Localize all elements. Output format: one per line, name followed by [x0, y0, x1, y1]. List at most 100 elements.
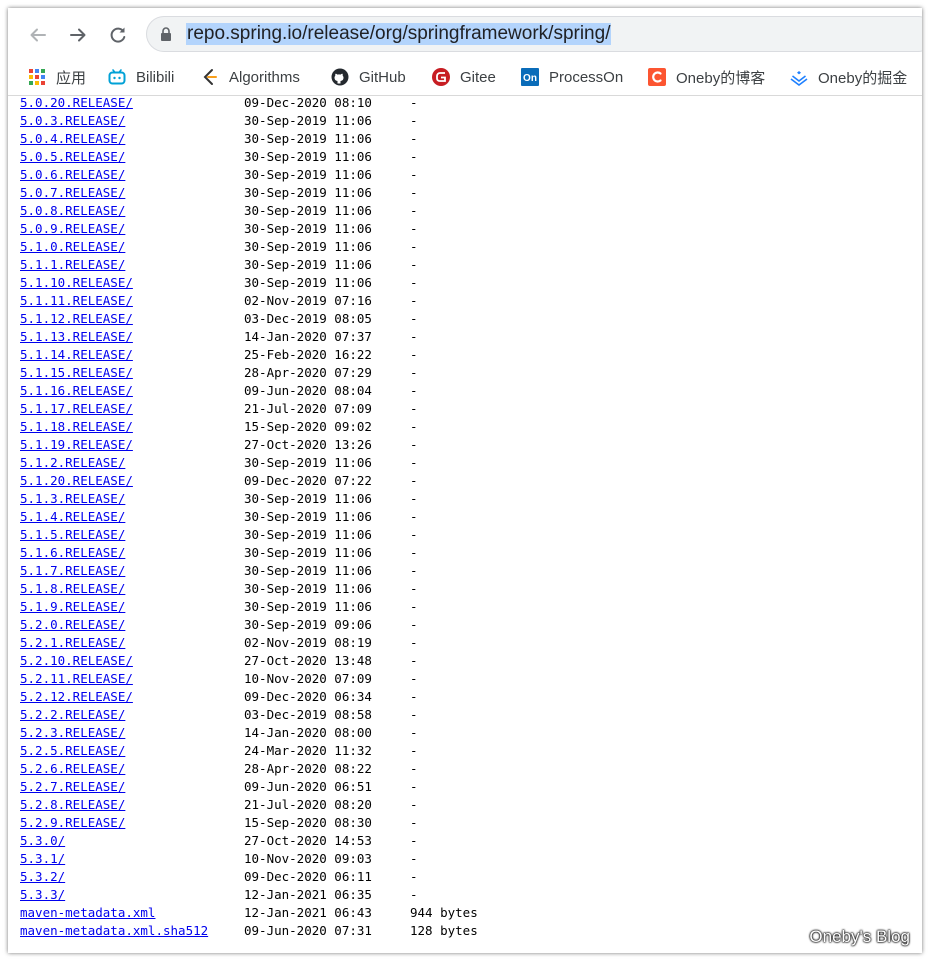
listing-date: 09-Jun-2020 08:04: [244, 383, 372, 398]
bookmark-apps[interactable]: 应用: [28, 60, 86, 94]
listing-link[interactable]: 5.1.18.RELEASE/: [20, 418, 133, 436]
listing-link[interactable]: 5.0.6.RELEASE/: [20, 166, 125, 184]
listing-link[interactable]: 5.1.0.RELEASE/: [20, 238, 125, 256]
listing-link[interactable]: 5.1.5.RELEASE/: [20, 526, 125, 544]
listing-link[interactable]: 5.2.10.RELEASE/: [20, 652, 133, 670]
listing-link[interactable]: maven-metadata.xml: [20, 904, 155, 922]
listing-link[interactable]: 5.1.16.RELEASE/: [20, 382, 133, 400]
listing-link[interactable]: 5.1.19.RELEASE/: [20, 436, 133, 454]
listing-link[interactable]: 5.1.14.RELEASE/: [20, 346, 133, 364]
address-bar[interactable]: repo.spring.io/release/org/springframewo…: [146, 16, 922, 52]
listing-date: 30-Sep-2019 09:06: [244, 617, 372, 632]
listing-date: 10-Nov-2020 07:09: [244, 671, 372, 686]
bookmark-juejin[interactable]: Oneby的掘金: [790, 60, 907, 94]
bookmark-processon[interactable]: On ProcessOn: [521, 60, 623, 94]
listing-size: -: [410, 797, 418, 812]
listing-row: 5.2.1.RELEASE/02-Nov-2019 08:19 -: [20, 634, 920, 652]
listing-link[interactable]: 5.2.5.RELEASE/: [20, 742, 125, 760]
listing-link[interactable]: 5.1.11.RELEASE/: [20, 292, 133, 310]
listing-link[interactable]: 5.1.10.RELEASE/: [20, 274, 133, 292]
listing-link[interactable]: 5.2.11.RELEASE/: [20, 670, 133, 688]
listing-size: -: [410, 239, 418, 254]
url-text[interactable]: repo.spring.io/release/org/springframewo…: [186, 23, 612, 45]
listing-date: 30-Sep-2019 11:06: [244, 563, 372, 578]
listing-size: -: [410, 743, 418, 758]
listing-size: -: [410, 509, 418, 524]
listing-date: 15-Sep-2020 08:30: [244, 815, 372, 830]
watermark: Oneby's Blog: [809, 927, 910, 946]
listing-link[interactable]: 5.2.3.RELEASE/: [20, 724, 125, 742]
listing-link[interactable]: 5.0.8.RELEASE/: [20, 202, 125, 220]
listing-size: -: [410, 167, 418, 182]
listing-link[interactable]: 5.0.3.RELEASE/: [20, 112, 125, 130]
listing-link[interactable]: 5.0.7.RELEASE/: [20, 184, 125, 202]
listing-size: -: [410, 455, 418, 470]
listing-row: 5.2.3.RELEASE/14-Jan-2020 08:00 -: [20, 724, 920, 742]
listing-link[interactable]: 5.2.2.RELEASE/: [20, 706, 125, 724]
listing-link[interactable]: 5.1.1.RELEASE/: [20, 256, 125, 274]
listing-link[interactable]: 5.1.3.RELEASE/: [20, 490, 125, 508]
listing-size: 128 bytes: [410, 923, 478, 938]
bookmark-label: Gitee: [460, 68, 496, 86]
listing-row: 5.1.15.RELEASE/28-Apr-2020 07:29 -: [20, 364, 920, 382]
listing-row: 5.1.1.RELEASE/30-Sep-2019 11:06 -: [20, 256, 920, 274]
bookmark-gitee[interactable]: Gitee: [432, 60, 496, 94]
listing-link[interactable]: 5.3.3/: [20, 886, 65, 904]
listing-date: 30-Sep-2019 11:06: [244, 167, 372, 182]
listing-row: 5.3.3/12-Jan-2021 06:35 -: [20, 886, 920, 904]
listing-link[interactable]: 5.2.9.RELEASE/: [20, 814, 125, 832]
bookmark-csdn[interactable]: Oneby的博客: [648, 60, 765, 94]
listing-date: 24-Mar-2020 11:32: [244, 743, 372, 758]
listing-link[interactable]: 5.1.13.RELEASE/: [20, 328, 133, 346]
listing-size: -: [410, 689, 418, 704]
listing-link[interactable]: 5.1.6.RELEASE/: [20, 544, 125, 562]
listing-size: -: [410, 779, 418, 794]
listing-row: 5.2.10.RELEASE/27-Oct-2020 13:48 -: [20, 652, 920, 670]
listing-link[interactable]: 5.0.4.RELEASE/: [20, 130, 125, 148]
listing-row: 5.0.8.RELEASE/30-Sep-2019 11:06 -: [20, 202, 920, 220]
listing-link[interactable]: 5.1.15.RELEASE/: [20, 364, 133, 382]
back-arrow-icon: [30, 28, 46, 42]
listing-date: 30-Sep-2019 11:06: [244, 185, 372, 200]
listing-link[interactable]: 5.1.20.RELEASE/: [20, 472, 133, 490]
listing-row: 5.2.7.RELEASE/09-Jun-2020 06:51 -: [20, 778, 920, 796]
csdn-icon: [648, 68, 666, 86]
bookmark-label: GitHub: [359, 68, 406, 86]
listing-link[interactable]: 5.1.7.RELEASE/: [20, 562, 125, 580]
listing-link[interactable]: 5.2.12.RELEASE/: [20, 688, 133, 706]
listing-link[interactable]: 5.3.2/: [20, 868, 65, 886]
listing-row: 5.0.3.RELEASE/30-Sep-2019 11:06 -: [20, 112, 920, 130]
listing-date: 02-Nov-2019 07:16: [244, 293, 372, 308]
listing-link[interactable]: maven-metadata.xml.sha512: [20, 922, 208, 940]
forward-button[interactable]: [64, 21, 92, 49]
listing-link[interactable]: 5.2.0.RELEASE/: [20, 616, 125, 634]
listing-link[interactable]: 5.3.0/: [20, 832, 65, 850]
listing-link[interactable]: 5.1.8.RELEASE/: [20, 580, 125, 598]
listing-link[interactable]: 5.2.1.RELEASE/: [20, 634, 125, 652]
listing-link[interactable]: 5.0.5.RELEASE/: [20, 148, 125, 166]
listing-row: 5.0.4.RELEASE/30-Sep-2019 11:06 -: [20, 130, 920, 148]
listing-size: -: [410, 95, 418, 110]
listing-link[interactable]: 5.0.9.RELEASE/: [20, 220, 125, 238]
listing-link[interactable]: 5.0.20.RELEASE/: [20, 94, 133, 112]
bookmark-github[interactable]: GitHub: [331, 60, 406, 94]
listing-row: 5.3.0/27-Oct-2020 14:53 -: [20, 832, 920, 850]
listing-link[interactable]: 5.2.8.RELEASE/: [20, 796, 125, 814]
listing-link[interactable]: 5.1.9.RELEASE/: [20, 598, 125, 616]
listing-row: 5.1.12.RELEASE/03-Dec-2019 08:05 -: [20, 310, 920, 328]
listing-link[interactable]: 5.1.4.RELEASE/: [20, 508, 125, 526]
back-button[interactable]: [24, 21, 52, 49]
listing-link[interactable]: 5.1.2.RELEASE/: [20, 454, 125, 472]
listing-link[interactable]: 5.3.1/: [20, 850, 65, 868]
listing-row: 5.2.12.RELEASE/09-Dec-2020 06:34 -: [20, 688, 920, 706]
bookmark-bilibili[interactable]: Bilibili: [108, 60, 174, 94]
listing-link[interactable]: 5.2.6.RELEASE/: [20, 760, 125, 778]
reload-button[interactable]: [104, 21, 132, 49]
listing-row: 5.1.13.RELEASE/14-Jan-2020 07:37 -: [20, 328, 920, 346]
listing-link[interactable]: 5.1.12.RELEASE/: [20, 310, 133, 328]
bookmark-algorithms[interactable]: Algorithms: [201, 60, 300, 94]
listing-link[interactable]: 5.1.17.RELEASE/: [20, 400, 133, 418]
listing-link[interactable]: 5.2.7.RELEASE/: [20, 778, 125, 796]
listing-size: -: [410, 131, 418, 146]
listing-date: 25-Feb-2020 16:22: [244, 347, 372, 362]
